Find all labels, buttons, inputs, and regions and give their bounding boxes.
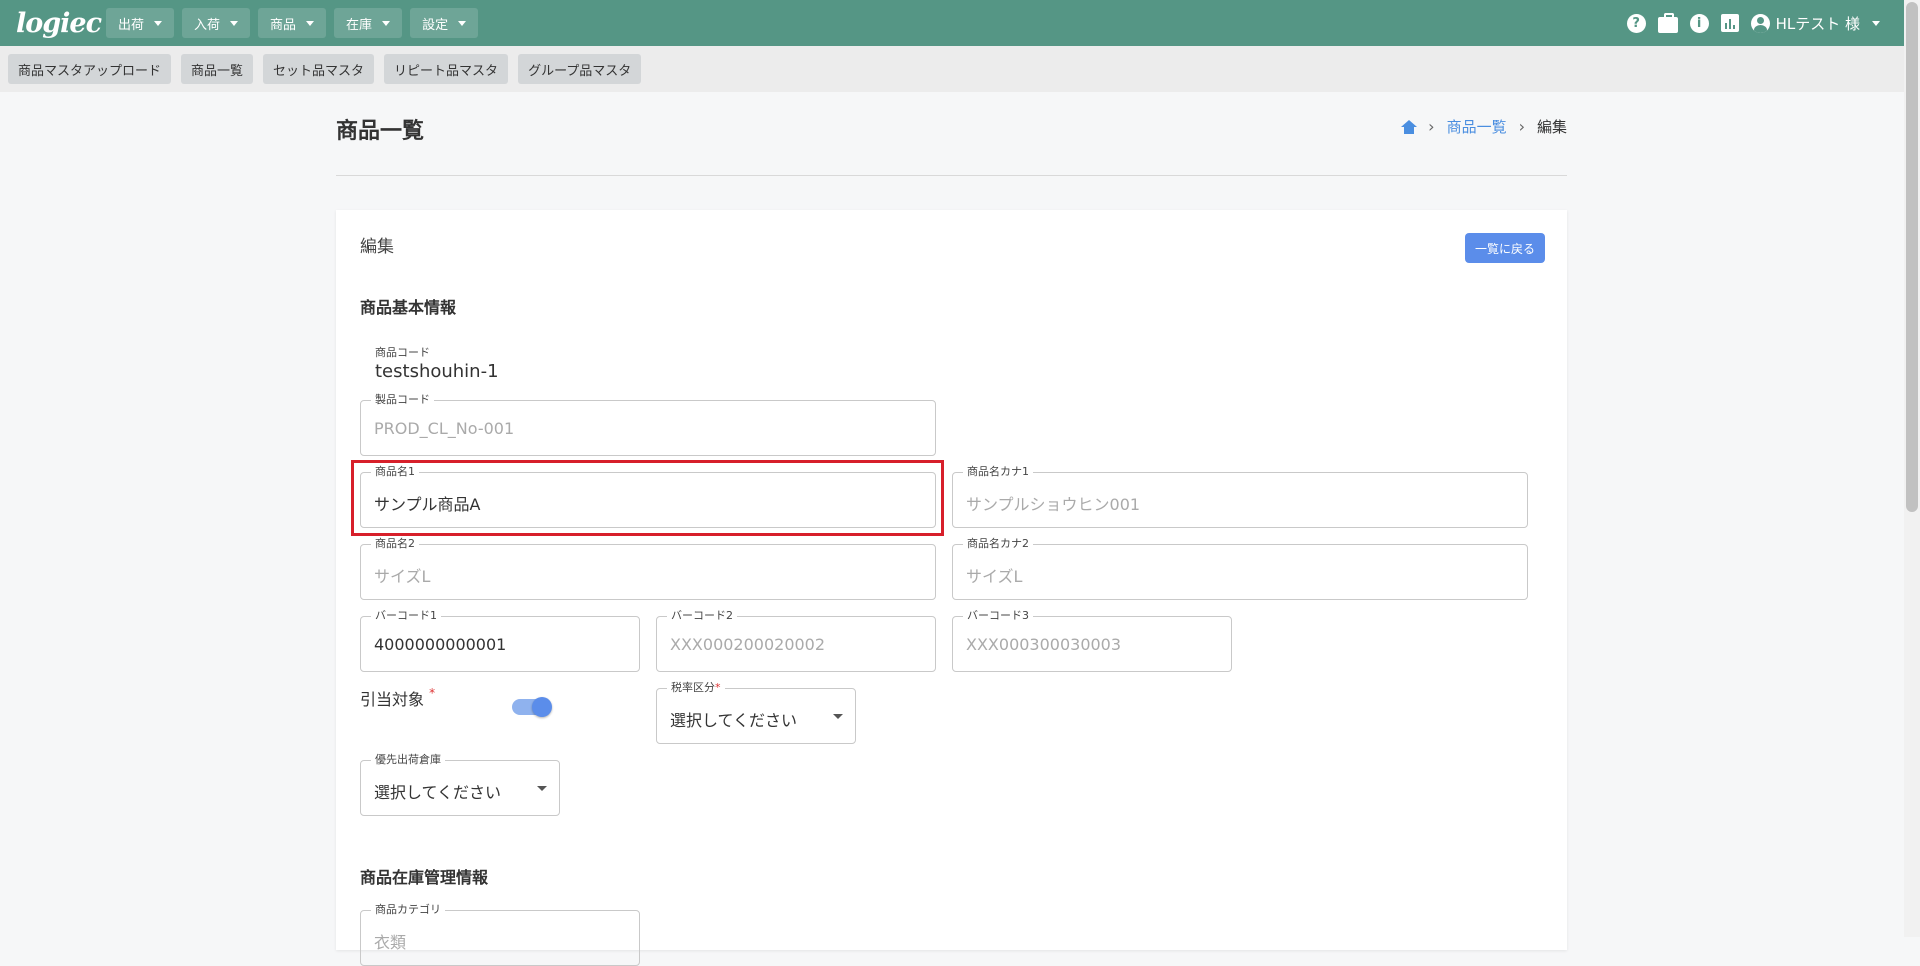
field-placeholder: サイズL <box>966 567 1023 586</box>
vertical-scrollbar[interactable] <box>1904 0 1920 937</box>
field-placeholder: サンプルショウヒン001 <box>966 495 1141 514</box>
barcode1-field[interactable]: バーコード1 4000000000001 <box>360 609 640 672</box>
field-label: 商品名1 <box>371 465 419 479</box>
field-label: 税率区分* <box>667 681 725 695</box>
caret-down-icon <box>230 20 239 26</box>
field-label: 商品名カナ1 <box>963 465 1033 479</box>
subnav-group-master[interactable]: グループ品マスタ <box>518 54 642 84</box>
breadcrumb-current: 編集 <box>1536 118 1567 136</box>
top-menu: 出荷 入荷 商品 在庫 設定 <box>106 8 479 38</box>
user-name: HLテスト 様 <box>1775 14 1860 33</box>
field-placeholder: 衣類 <box>374 933 407 952</box>
barcode2-field[interactable]: バーコード2 XXX000200020002 <box>656 609 936 672</box>
dropdown-arrow-icon <box>537 786 547 791</box>
product-kana2-field[interactable]: 商品名カナ2 サイズL <box>952 537 1528 600</box>
field-label: 製品コード <box>371 393 434 407</box>
card-title: 編集 <box>360 237 394 257</box>
section-stock-info: 商品在庫管理情報 <box>360 868 489 887</box>
caret-down-icon <box>154 20 163 26</box>
field-label: 商品名2 <box>371 537 419 551</box>
product-name2-field[interactable]: 商品名2 サイズL <box>360 537 936 600</box>
allocation-label: 引当対象 * <box>360 686 435 710</box>
field-label: 優先出荷倉庫 <box>371 753 445 767</box>
field-value: サンプル商品A <box>374 495 481 514</box>
breadcrumb-product-list[interactable]: 商品一覧 <box>1447 116 1507 137</box>
product-code-label: 商品コード <box>375 346 430 359</box>
caret-down-icon <box>1872 20 1880 26</box>
header-divider <box>336 175 1567 176</box>
field-value: 選択してください <box>670 711 798 730</box>
help-icon[interactable]: ? <box>1626 13 1646 33</box>
field-placeholder: XXX000200020002 <box>670 635 826 654</box>
field-label: 商品名カナ2 <box>963 537 1033 551</box>
field-label-text: 税率区分 <box>671 681 715 694</box>
menu-settings[interactable]: 設定 <box>410 8 479 38</box>
tax-category-select[interactable]: 税率区分* 選択してください <box>656 681 856 744</box>
field-label: バーコード1 <box>371 609 441 623</box>
bar-chart-icon[interactable] <box>1720 14 1739 32</box>
field-placeholder: サイズL <box>374 567 431 586</box>
barcode3-field[interactable]: バーコード3 XXX000300030003 <box>952 609 1232 672</box>
field-label: バーコード3 <box>963 609 1033 623</box>
menu-label: 在庫 <box>346 17 373 33</box>
chevron-right-icon: › <box>1428 117 1435 136</box>
field-value: 選択してください <box>374 783 502 802</box>
required-mark: * <box>429 686 436 700</box>
product-kana1-field[interactable]: 商品名カナ1 サンプルショウヒン001 <box>952 465 1528 528</box>
header-actions: ? i HLテスト 様 <box>1626 12 1880 34</box>
page-title: 商品一覧 <box>336 119 425 144</box>
menu-shipping[interactable]: 出荷 <box>106 8 175 38</box>
caret-down-icon <box>382 20 391 26</box>
subnav-product-list[interactable]: 商品一覧 <box>181 54 254 84</box>
subnav-repeat-master[interactable]: リピート品マスタ <box>384 54 509 84</box>
info-icon[interactable]: i <box>1689 13 1709 33</box>
toggle-knob <box>532 697 552 717</box>
home-icon[interactable] <box>1401 119 1418 134</box>
field-placeholder: PROD_CL_No-001 <box>374 419 515 438</box>
menu-label: 出荷 <box>118 17 145 33</box>
required-mark: * <box>715 681 721 694</box>
field-label: バーコード2 <box>667 609 737 623</box>
allocation-toggle[interactable] <box>512 697 552 717</box>
menu-label: 商品 <box>270 17 297 33</box>
edit-card: 編集 一覧に戻る 商品基本情報 商品コード testshouhin-1 製品コー… <box>336 210 1567 966</box>
subnav-product-master-upload[interactable]: 商品マスタアップロード <box>8 54 172 84</box>
menu-inventory[interactable]: 在庫 <box>334 8 403 38</box>
field-value: 4000000000001 <box>374 635 507 654</box>
chevron-right-icon: › <box>1518 117 1525 136</box>
subnav-set-master[interactable]: セット品マスタ <box>263 54 375 84</box>
section-basic-info: 商品基本情報 <box>360 298 457 317</box>
account-icon <box>1750 13 1770 33</box>
caret-down-icon <box>306 20 315 26</box>
caret-down-icon <box>458 20 467 26</box>
top-navbar: logiec 出荷 入荷 商品 在庫 設定 ? i HLテスト 様 <box>0 0 1904 46</box>
priority-warehouse-select[interactable]: 優先出荷倉庫 選択してください <box>360 753 560 816</box>
menu-receiving[interactable]: 入荷 <box>182 8 251 38</box>
breadcrumb: › 商品一覧 › 編集 <box>1401 116 1567 137</box>
briefcase-icon[interactable] <box>1657 12 1678 33</box>
menu-label: 設定 <box>422 17 449 33</box>
app-logo[interactable]: logiec <box>16 8 102 39</box>
manufacturer-code-field[interactable]: 製品コード PROD_CL_No-001 <box>360 393 936 456</box>
menu-label: 入荷 <box>194 17 221 33</box>
menu-products[interactable]: 商品 <box>258 8 327 38</box>
allocation-label-text: 引当対象 <box>360 690 425 709</box>
product-code-value: testshouhin-1 <box>375 361 499 382</box>
product-name1-field[interactable]: 商品名1 サンプル商品A <box>360 465 936 528</box>
product-category-field[interactable]: 商品カテゴリ 衣類 <box>360 903 640 966</box>
sub-navbar: 商品マスタアップロード 商品一覧 セット品マスタ リピート品マスタ グループ品マ… <box>0 46 1904 92</box>
field-placeholder: XXX000300030003 <box>966 635 1122 654</box>
dropdown-arrow-icon <box>833 714 843 719</box>
back-to-list-button[interactable]: 一覧に戻る <box>1464 233 1545 263</box>
field-label: 商品カテゴリ <box>371 903 445 917</box>
user-menu[interactable]: HLテスト 様 <box>1750 13 1880 34</box>
scrollbar-thumb[interactable] <box>1906 2 1918 512</box>
